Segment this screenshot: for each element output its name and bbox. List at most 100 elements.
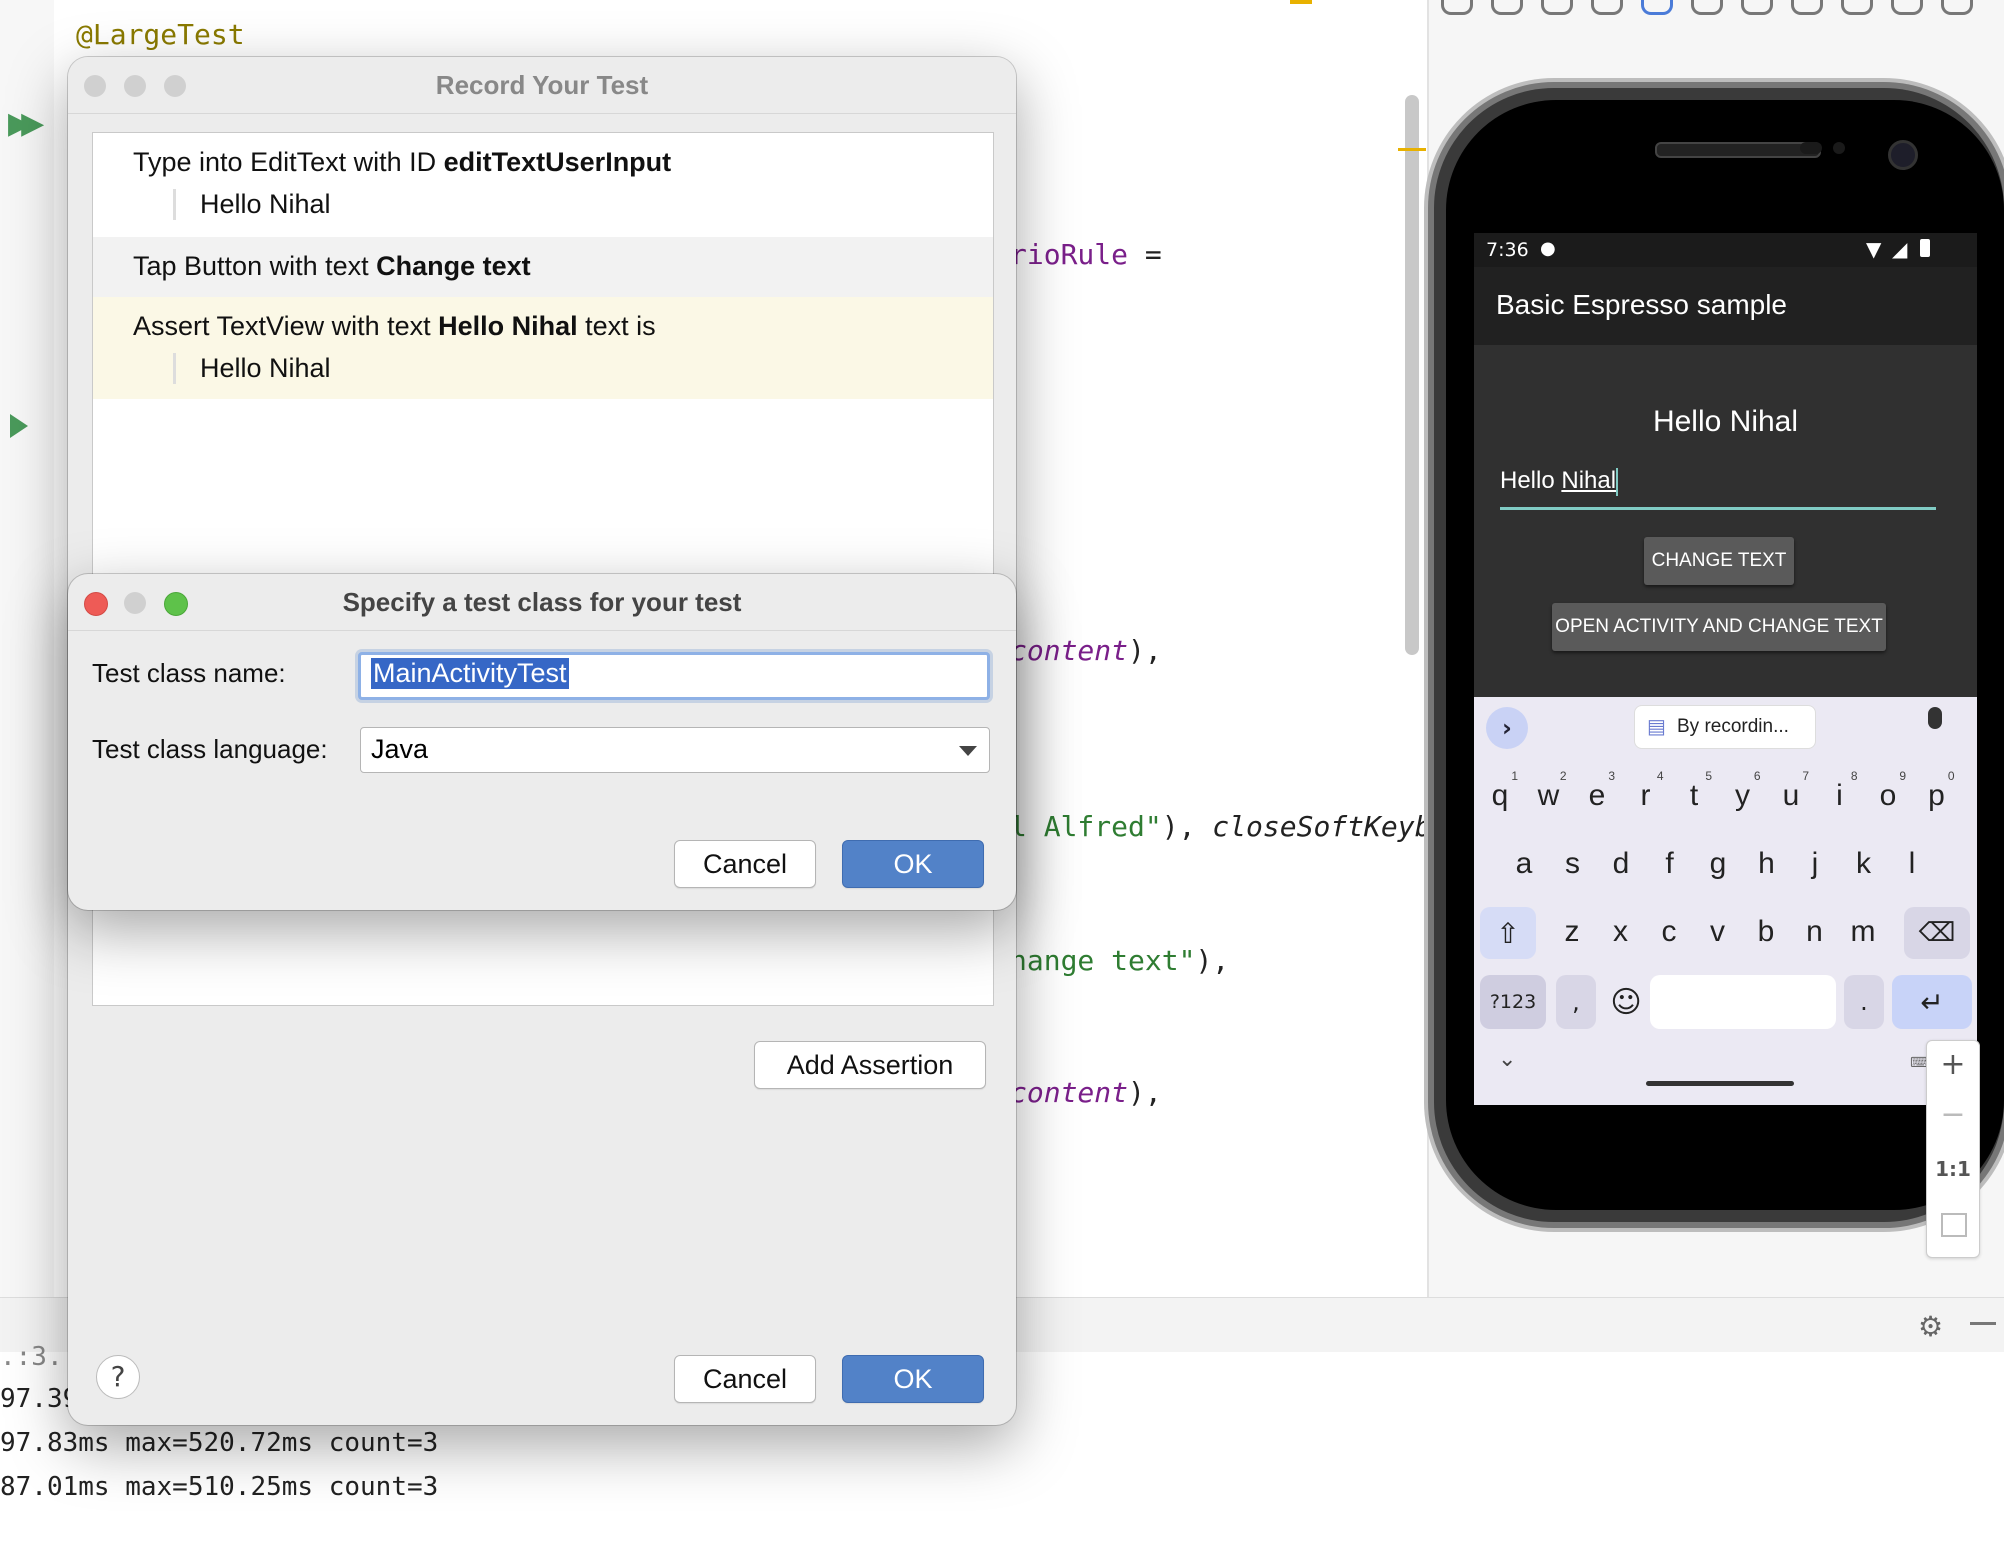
- period-key[interactable]: .: [1844, 975, 1884, 1029]
- edit-text-word: Nihal: [1561, 467, 1617, 494]
- soft-keyboard[interactable]: › ▤ By recordin... q1w2e3r4t5y6u7i8o9p0 …: [1474, 697, 1977, 1105]
- zoom-out-button[interactable]: −: [1927, 1097, 1979, 1132]
- recorded-step-selected[interactable]: Assert TextView with text Hello Nihal te…: [93, 297, 993, 399]
- run-test-icon[interactable]: [10, 414, 28, 438]
- add-assertion-button[interactable]: Add Assertion: [754, 1041, 986, 1089]
- key-o[interactable]: o9: [1868, 769, 1908, 821]
- close-window-icon[interactable]: [84, 75, 106, 97]
- rotate-right-icon[interactable]: [1641, 0, 1673, 15]
- editor-gutter: [0, 0, 54, 1297]
- key-f[interactable]: f: [1650, 839, 1690, 889]
- minimize-icon[interactable]: [1970, 1322, 1996, 1325]
- test-class-name-input[interactable]: MainActivityTest: [358, 652, 990, 700]
- cancel-button[interactable]: Cancel: [674, 1355, 816, 1403]
- ok-button[interactable]: OK: [842, 840, 984, 888]
- volume-down-icon[interactable]: [1541, 0, 1573, 15]
- key-b[interactable]: b: [1746, 907, 1786, 957]
- clipboard-suggestion-chip[interactable]: ▤ By recordin...: [1634, 705, 1816, 749]
- key-letter: t: [1689, 779, 1699, 812]
- key-n[interactable]: n: [1795, 907, 1835, 957]
- home-icon[interactable]: [1741, 0, 1773, 15]
- key-k[interactable]: k: [1844, 839, 1884, 889]
- shift-key-icon[interactable]: ⇧: [1480, 907, 1536, 959]
- key-c[interactable]: c: [1649, 907, 1689, 957]
- key-hint: 0: [1947, 769, 1955, 783]
- editor-scrollbar[interactable]: [1405, 95, 1419, 655]
- ok-button[interactable]: OK: [842, 1355, 984, 1403]
- test-class-language-label: Test class language:: [92, 734, 328, 764]
- comma-key[interactable]: ,: [1556, 975, 1596, 1029]
- enter-key-icon[interactable]: ↵: [1892, 975, 1972, 1029]
- key-y[interactable]: y6: [1723, 769, 1763, 821]
- overview-icon[interactable]: [1791, 0, 1823, 15]
- zoom-window-icon[interactable]: [164, 75, 186, 97]
- key-p[interactable]: p0: [1917, 769, 1957, 821]
- warning-marker[interactable]: [1398, 148, 1426, 151]
- key-e[interactable]: e3: [1577, 769, 1617, 821]
- zoom-one-to-one-button[interactable]: 1:1: [1927, 1157, 1979, 1181]
- dialog-title-bar: Record Your Test: [68, 57, 1016, 114]
- key-w[interactable]: w2: [1529, 769, 1569, 821]
- minimize-window-icon[interactable]: [124, 592, 146, 614]
- key-q[interactable]: q1: [1480, 769, 1520, 821]
- recorded-step[interactable]: Tap Button with text Change text: [93, 237, 993, 297]
- power-icon[interactable]: [1441, 0, 1473, 15]
- backspace-key-icon[interactable]: ⌫: [1904, 907, 1970, 959]
- key-d[interactable]: d: [1601, 839, 1641, 889]
- key-hint: 1: [1511, 769, 1518, 783]
- symbols-key[interactable]: ?123: [1480, 975, 1546, 1029]
- step-text: Assert TextView with text: [133, 311, 439, 341]
- device-camera: [1888, 140, 1918, 170]
- key-letter: e: [1588, 779, 1606, 812]
- fit-screen-icon[interactable]: [1941, 1213, 1967, 1237]
- edit-text-user-input[interactable]: Hello Nihal: [1500, 467, 1936, 510]
- help-button[interactable]: ?: [96, 1355, 140, 1399]
- key-h[interactable]: h: [1747, 839, 1787, 889]
- zoom-controls: + − 1:1: [1926, 1040, 1980, 1258]
- key-t[interactable]: t5: [1674, 769, 1714, 821]
- console-line: 87.01ms max=510.25ms count=3: [0, 1472, 439, 1502]
- expand-toolbar-icon[interactable]: ›: [1486, 707, 1528, 749]
- key-a[interactable]: a: [1504, 839, 1544, 889]
- key-letter: q: [1491, 779, 1509, 812]
- key-x[interactable]: x: [1601, 907, 1641, 957]
- recorded-step[interactable]: Type into EditText with ID editTextUserI…: [93, 133, 993, 237]
- key-g[interactable]: g: [1698, 839, 1738, 889]
- key-l[interactable]: l: [1892, 839, 1932, 889]
- zoom-in-button[interactable]: +: [1927, 1047, 1979, 1082]
- zoom-window-icon[interactable]: [164, 592, 188, 616]
- minimize-window-icon[interactable]: [124, 75, 146, 97]
- gear-icon[interactable]: ⚙: [1918, 1310, 1943, 1343]
- key-r[interactable]: r4: [1626, 769, 1666, 821]
- rotate-left-icon[interactable]: [1591, 0, 1623, 15]
- battery-icon: [1920, 239, 1930, 257]
- open-activity-button[interactable]: OPEN ACTIVITY AND CHANGE TEXT: [1552, 603, 1886, 651]
- key-u[interactable]: u7: [1771, 769, 1811, 821]
- key-i[interactable]: i8: [1820, 769, 1860, 821]
- key-m[interactable]: m: [1843, 907, 1883, 957]
- back-icon[interactable]: [1691, 0, 1723, 15]
- key-hint: 7: [1802, 769, 1809, 783]
- cancel-button[interactable]: Cancel: [674, 840, 816, 888]
- screenshot-icon[interactable]: [1841, 0, 1873, 15]
- key-z[interactable]: z: [1552, 907, 1592, 957]
- hide-keyboard-icon[interactable]: ⌄: [1498, 1047, 1516, 1072]
- space-bar[interactable]: [1650, 975, 1836, 1029]
- signal-icon: ◢: [1892, 237, 1908, 261]
- more-icon[interactable]: [1941, 0, 1973, 15]
- record-screen-icon[interactable]: [1891, 0, 1923, 15]
- device-screen[interactable]: 7:36 ● ▼ ◢ Basic Espresso sample Hello N…: [1474, 233, 1977, 1105]
- emoji-key-icon[interactable]: ☺: [1602, 975, 1650, 1029]
- key-j[interactable]: j: [1795, 839, 1835, 889]
- keyboard-row-3: zxcvbnm: [1474, 903, 1977, 959]
- key-s[interactable]: s: [1553, 839, 1593, 889]
- change-text-button[interactable]: CHANGE TEXT: [1644, 537, 1794, 585]
- test-class-language-select[interactable]: Java: [360, 727, 990, 773]
- run-all-tests-icon[interactable]: ▶▶: [8, 106, 44, 141]
- code-line: content),: [1010, 1076, 1162, 1109]
- volume-up-icon[interactable]: [1491, 0, 1523, 15]
- gesture-nav-handle[interactable]: [1646, 1081, 1794, 1086]
- close-window-icon[interactable]: [84, 592, 108, 616]
- microphone-icon[interactable]: [1928, 707, 1942, 729]
- key-v[interactable]: v: [1698, 907, 1738, 957]
